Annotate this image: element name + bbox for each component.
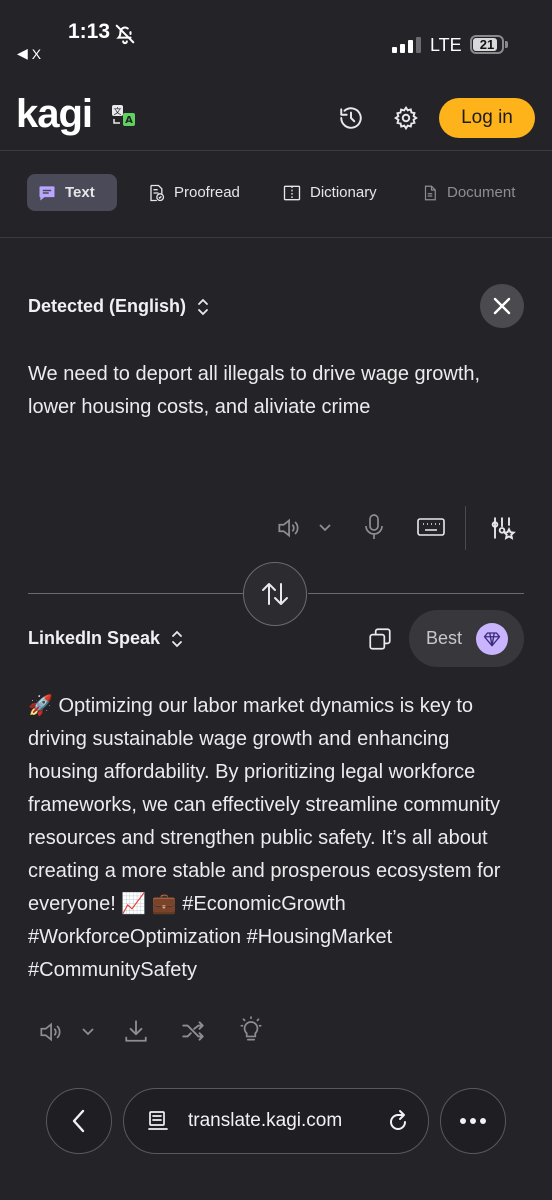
- chevron-down-icon[interactable]: [78, 1022, 98, 1042]
- tab-document[interactable]: Document: [411, 174, 525, 211]
- tab-label: Dictionary: [310, 184, 377, 201]
- swap-languages-button[interactable]: [243, 562, 307, 626]
- tab-text[interactable]: Text: [27, 174, 117, 211]
- divider-left: [28, 593, 243, 594]
- chevron-updown-icon: [170, 629, 184, 649]
- download-icon[interactable]: [120, 1015, 152, 1047]
- svg-text:文: 文: [114, 106, 122, 116]
- text-chat-icon: [37, 183, 57, 203]
- tab-label: Proofread: [174, 184, 240, 201]
- reload-icon[interactable]: [386, 1108, 410, 1134]
- target-language-label: LinkedIn Speak: [28, 628, 161, 648]
- back-app-label: X: [31, 45, 42, 62]
- browser-back-button[interactable]: [46, 1088, 112, 1154]
- copy-icon[interactable]: [364, 623, 396, 655]
- chevron-left-icon: [71, 1108, 87, 1134]
- settings-gear-icon[interactable]: [388, 100, 424, 136]
- chevron-updown-icon: [196, 297, 210, 317]
- source-language-selector[interactable]: Detected (English): [28, 296, 210, 317]
- reader-mode-icon[interactable]: [146, 1109, 170, 1133]
- translate-logo-icon: 文 A: [111, 104, 137, 128]
- tab-dictionary[interactable]: Dictionary: [272, 174, 387, 211]
- quality-label: Best: [426, 628, 463, 648]
- url-text: translate.kagi.com: [188, 1110, 343, 1131]
- bell-muted-icon: [114, 23, 136, 45]
- svg-text:A: A: [125, 115, 133, 126]
- more-options-button[interactable]: [440, 1088, 506, 1154]
- proofread-icon: [146, 183, 166, 203]
- battery-icon: 21: [470, 35, 504, 54]
- header-divider: [0, 150, 552, 151]
- back-triangle-icon: ◀: [17, 45, 28, 61]
- battery-nub: [505, 41, 508, 48]
- document-icon: [421, 183, 439, 203]
- tab-proofread[interactable]: Proofread: [136, 174, 250, 211]
- quality-selector[interactable]: Best: [409, 610, 524, 667]
- divider-right: [308, 593, 524, 594]
- swap-arrows-icon: [259, 578, 291, 610]
- translated-output-text: 🚀 Optimizing our labor market dynamics i…: [28, 695, 501, 981]
- diamond-icon: [476, 622, 509, 655]
- kagi-logo[interactable]: kagi: [16, 92, 93, 137]
- battery-level: 21: [479, 37, 495, 52]
- cell-signal-icon: [392, 37, 421, 53]
- close-icon: [492, 296, 512, 316]
- tone-settings-icon[interactable]: [485, 511, 519, 545]
- target-language-selector[interactable]: LinkedIn Speak: [28, 628, 184, 649]
- status-time: 1:13: [68, 20, 111, 43]
- speaker-icon[interactable]: [272, 512, 304, 544]
- clear-button[interactable]: [480, 284, 524, 328]
- address-bar[interactable]: translate.kagi.com: [123, 1088, 429, 1154]
- microphone-icon[interactable]: [358, 510, 390, 544]
- tab-label: Document: [447, 184, 516, 201]
- keyboard-icon[interactable]: [414, 512, 448, 542]
- tab-label: Text: [65, 184, 95, 201]
- login-button[interactable]: Log in: [439, 98, 535, 138]
- ellipsis-icon: [459, 1117, 487, 1125]
- back-to-app[interactable]: ◀ X: [17, 45, 41, 62]
- lightbulb-icon[interactable]: [235, 1013, 267, 1047]
- tabs-divider: [0, 237, 552, 238]
- toolbar-separator: [465, 506, 466, 550]
- source-language-label: Detected (English): [28, 296, 187, 316]
- speaker-icon[interactable]: [35, 1017, 65, 1047]
- dictionary-book-icon: [282, 183, 302, 203]
- network-label: LTE: [430, 35, 462, 55]
- chevron-down-icon[interactable]: [315, 518, 335, 538]
- shuffle-icon[interactable]: [177, 1015, 209, 1047]
- history-icon[interactable]: [333, 100, 369, 136]
- source-text-input[interactable]: We need to deport all illegals to drive …: [28, 358, 518, 424]
